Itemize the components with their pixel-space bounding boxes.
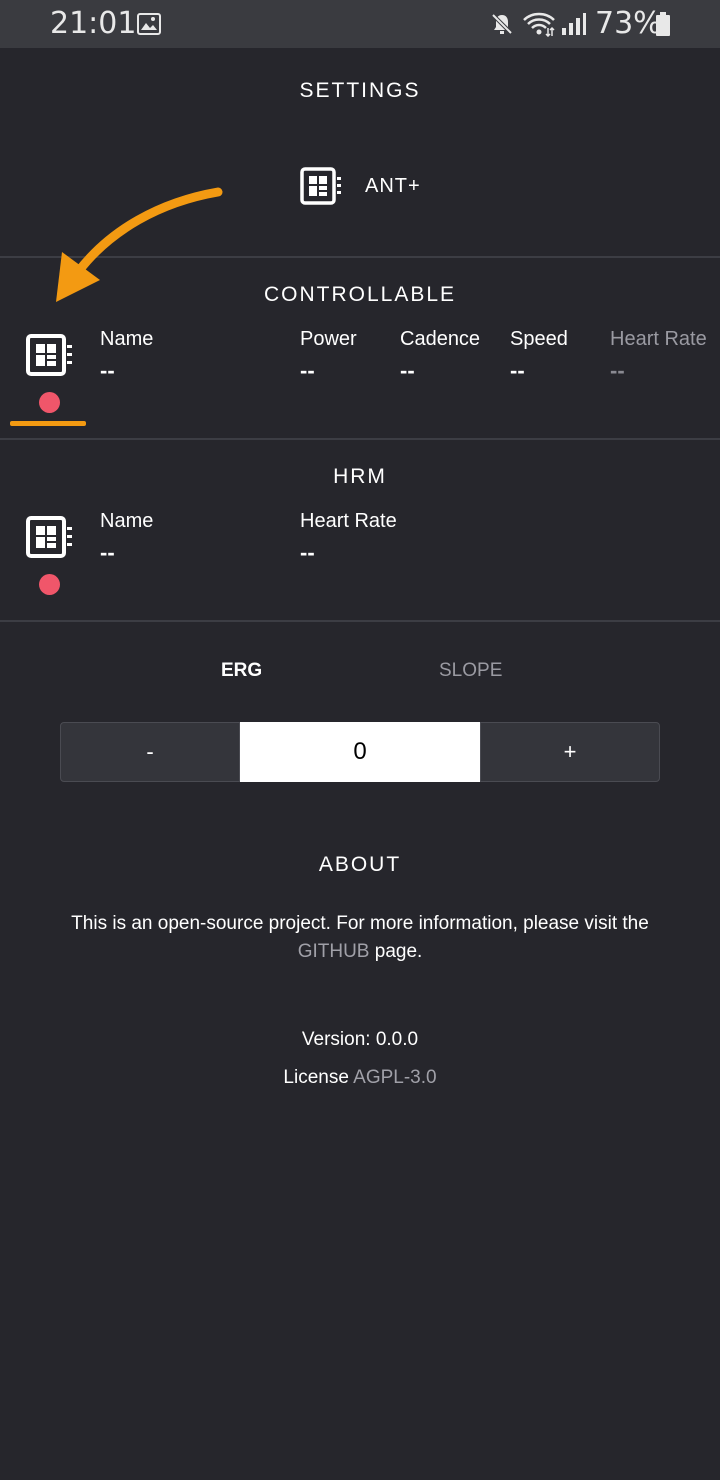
hrm-device-icon[interactable]: [26, 516, 74, 558]
controllable-heart-rate-value: --: [610, 358, 625, 383]
ant-label: ANT+: [365, 175, 421, 197]
tab-slope[interactable]: SLOPE: [439, 660, 502, 682]
about-title: ABOUT: [318, 853, 402, 876]
hrm-status-dot: [39, 574, 60, 595]
divider: [0, 438, 720, 440]
license-line: License AGPL-3.0: [40, 1064, 680, 1092]
image-icon: [137, 13, 161, 35]
controllable-cadence-label: Cadence: [400, 328, 481, 350]
license-link[interactable]: AGPL-3.0: [353, 1067, 436, 1088]
battery-icon: [656, 12, 670, 36]
status-time: 21:01: [50, 6, 137, 41]
controllable-power-value: --: [300, 358, 315, 383]
decrement-button[interactable]: -: [60, 722, 240, 782]
hrm-title: HRM: [333, 465, 387, 488]
increment-button[interactable]: +: [480, 722, 660, 782]
about-text-part2: page.: [369, 941, 423, 962]
signal-icon: [562, 13, 586, 35]
controllable-cadence-value: --: [400, 358, 415, 383]
controllable-device-icon[interactable]: [26, 334, 74, 376]
controllable-name-label: Name: [100, 328, 154, 350]
tab-erg[interactable]: ERG: [221, 660, 262, 682]
about-description: This is an open-source project. For more…: [40, 910, 680, 966]
mute-icon: [491, 13, 513, 35]
wifi-icon: [523, 12, 555, 37]
battery-percentage: 73%: [595, 6, 662, 41]
controllable-speed-value: --: [510, 358, 525, 383]
hrm-name-value: --: [100, 540, 115, 565]
controllable-speed-label: Speed: [510, 328, 568, 350]
divider: [0, 620, 720, 622]
status-bar: 21:01 73%: [0, 0, 720, 48]
controllable-status-dot: [39, 392, 60, 413]
target-value-input[interactable]: 0: [240, 722, 480, 782]
controllable-power-label: Power: [300, 328, 357, 350]
controllable-name-value: --: [100, 358, 115, 383]
hrm-heart-rate-value: --: [300, 540, 315, 565]
settings-title: SETTINGS: [299, 79, 421, 102]
hrm-heart-rate-label: Heart Rate: [300, 510, 397, 532]
about-text-part1: This is an open-source project. For more…: [71, 913, 649, 934]
hrm-name-label: Name: [100, 510, 154, 532]
license-label: License: [283, 1067, 354, 1088]
annotation-underline: [10, 421, 86, 426]
github-link[interactable]: GITHUB: [298, 941, 370, 962]
controllable-heart-rate-label: Heart Rate: [610, 328, 707, 350]
device-chip-icon: [300, 167, 341, 205]
version-text: Version: 0.0.0: [301, 1029, 419, 1050]
annotation-arrow-icon: [56, 187, 223, 302]
